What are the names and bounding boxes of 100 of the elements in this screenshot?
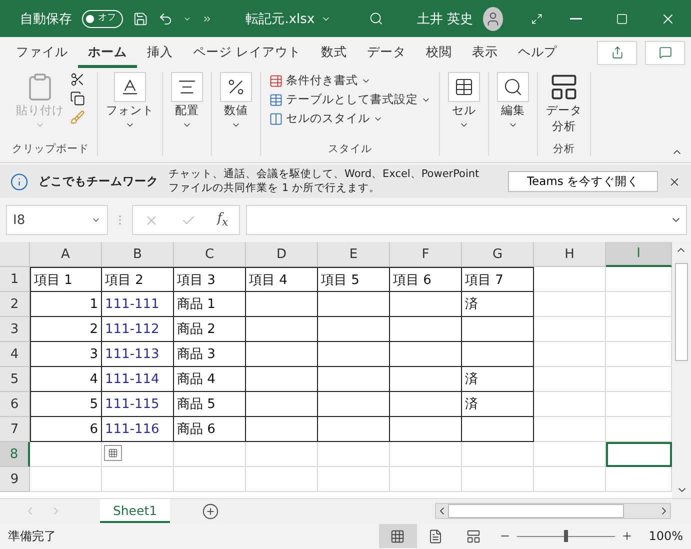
ribbon-display-icon[interactable] xyxy=(531,12,543,26)
group-label: スタイル xyxy=(328,142,372,156)
maximize-icon xyxy=(616,12,628,24)
column-header[interactable]: D xyxy=(246,242,318,267)
table-icon xyxy=(269,92,283,106)
table-cell: 111-116 xyxy=(102,417,174,442)
table-cell xyxy=(534,367,606,392)
ribbon-tab[interactable]: ホーム xyxy=(78,38,137,68)
cut-icon[interactable] xyxy=(70,72,85,87)
share-button[interactable] xyxy=(597,40,637,64)
table-cell: 4 xyxy=(30,367,102,392)
vertical-scrollbar[interactable] xyxy=(672,242,691,498)
ribbon-tab[interactable]: ヘルプ xyxy=(508,38,567,68)
file-name[interactable]: 転記元.xlsx xyxy=(246,10,331,28)
table-cell: 111-114 xyxy=(102,367,174,392)
table-cell xyxy=(246,392,318,417)
style-menu-button[interactable]: セルのスタイル xyxy=(269,110,383,127)
grid-icon xyxy=(108,448,118,458)
info-icon xyxy=(10,172,29,192)
column-header[interactable]: C xyxy=(174,242,246,267)
data-analysis-button[interactable]: データ 分析 xyxy=(546,72,582,134)
table-cell xyxy=(534,417,606,442)
table-cell xyxy=(462,342,534,367)
row-header[interactable]: 4 xyxy=(0,342,30,367)
font-button[interactable]: フォント xyxy=(106,72,154,130)
table-cell: 済 xyxy=(462,292,534,317)
table-cell xyxy=(390,442,462,467)
table-cell xyxy=(462,467,534,492)
column-header[interactable]: A xyxy=(30,242,102,267)
autosave-toggle[interactable]: オフ xyxy=(82,10,123,28)
table-cell xyxy=(462,442,534,467)
ribbon-tab[interactable]: 挿入 xyxy=(137,38,183,68)
table-cell xyxy=(246,292,318,317)
row-header[interactable]: 1 xyxy=(0,267,30,292)
column-header[interactable]: F xyxy=(390,242,462,267)
table-cell xyxy=(174,467,246,492)
formula-input[interactable] xyxy=(246,205,687,235)
sheet-tab[interactable]: Sheet1 xyxy=(100,499,170,523)
cell-style-icon xyxy=(269,112,283,126)
ribbon-tab[interactable]: データ xyxy=(356,38,416,68)
table-cell xyxy=(534,342,606,367)
add-sheet-icon[interactable] xyxy=(202,502,219,520)
row-header[interactable]: 6 xyxy=(0,392,30,417)
table-cell: 商品 3 xyxy=(174,342,246,367)
row-header[interactable]: 7 xyxy=(0,417,30,442)
insert-function-button[interactable]: f$_{x}$ xyxy=(217,211,228,229)
row-header[interactable]: 3 xyxy=(0,317,30,342)
paste-options-icon[interactable] xyxy=(104,445,122,461)
column-header[interactable]: E xyxy=(318,242,390,267)
column-header[interactable]: I xyxy=(606,242,672,267)
table-cell xyxy=(246,342,318,367)
avatar[interactable] xyxy=(483,6,504,30)
table-cell: 111-111 xyxy=(102,292,174,317)
comments-button[interactable] xyxy=(645,40,685,64)
table-cell xyxy=(534,392,606,417)
normal-view-button[interactable] xyxy=(378,524,417,548)
open-teams-button[interactable]: Teams を今すぐ開く xyxy=(508,171,658,192)
table-cell xyxy=(318,467,390,492)
ribbon-tab[interactable]: ページ レイアウト xyxy=(183,38,311,68)
row-header[interactable]: 8 xyxy=(0,442,30,467)
table-cell: 111-112 xyxy=(102,317,174,342)
layout-icon xyxy=(466,528,482,544)
ribbon-tab[interactable]: 校閲 xyxy=(416,38,462,68)
table-cell: 項目 6 xyxy=(390,267,462,292)
ribbon-tab[interactable]: 表示 xyxy=(462,38,508,68)
zoom-in-icon[interactable] xyxy=(620,530,633,542)
style-menu-button[interactable]: テーブルとして書式設定 xyxy=(269,91,431,108)
group-label: 分析 xyxy=(553,142,575,156)
table-icon xyxy=(269,74,283,88)
table-cell: 項目 7 xyxy=(462,267,534,292)
copy-icon[interactable] xyxy=(70,91,85,106)
ribbon-tab[interactable]: 数式 xyxy=(310,38,357,68)
name-box[interactable]: I8 xyxy=(6,205,108,235)
table-cell xyxy=(318,317,390,342)
table-cell: 1 xyxy=(30,292,102,317)
table-cell: 項目 3 xyxy=(174,267,246,292)
table-cell xyxy=(30,467,102,492)
table-cell: 商品 6 xyxy=(174,417,246,442)
zoom-slider-thumb[interactable] xyxy=(564,530,568,542)
column-header[interactable]: H xyxy=(534,242,606,267)
table-cell: 6 xyxy=(30,417,102,442)
style-menu-button[interactable]: 条件付き書式 xyxy=(269,72,371,89)
ribbon-tab[interactable]: ファイル xyxy=(6,38,78,68)
user-name: 土井 英史 xyxy=(416,10,474,28)
table-cell: 111-113 xyxy=(102,342,174,367)
analysis-icon xyxy=(549,72,579,102)
table-cell: 商品 2 xyxy=(174,317,246,342)
table-cell xyxy=(390,317,462,342)
column-header[interactable]: G xyxy=(462,242,534,267)
table-cell xyxy=(246,467,318,492)
horizontal-scrollbar[interactable] xyxy=(435,503,671,519)
table-cell xyxy=(534,442,606,467)
column-header[interactable]: B xyxy=(102,242,174,267)
percent-icon xyxy=(226,77,246,97)
table-cell: 項目 4 xyxy=(246,267,318,292)
row-header[interactable]: 5 xyxy=(0,367,30,392)
row-header[interactable]: 9 xyxy=(0,467,30,492)
search-icon[interactable] xyxy=(368,10,383,27)
row-header[interactable]: 2 xyxy=(0,292,30,317)
table-cell xyxy=(390,292,462,317)
